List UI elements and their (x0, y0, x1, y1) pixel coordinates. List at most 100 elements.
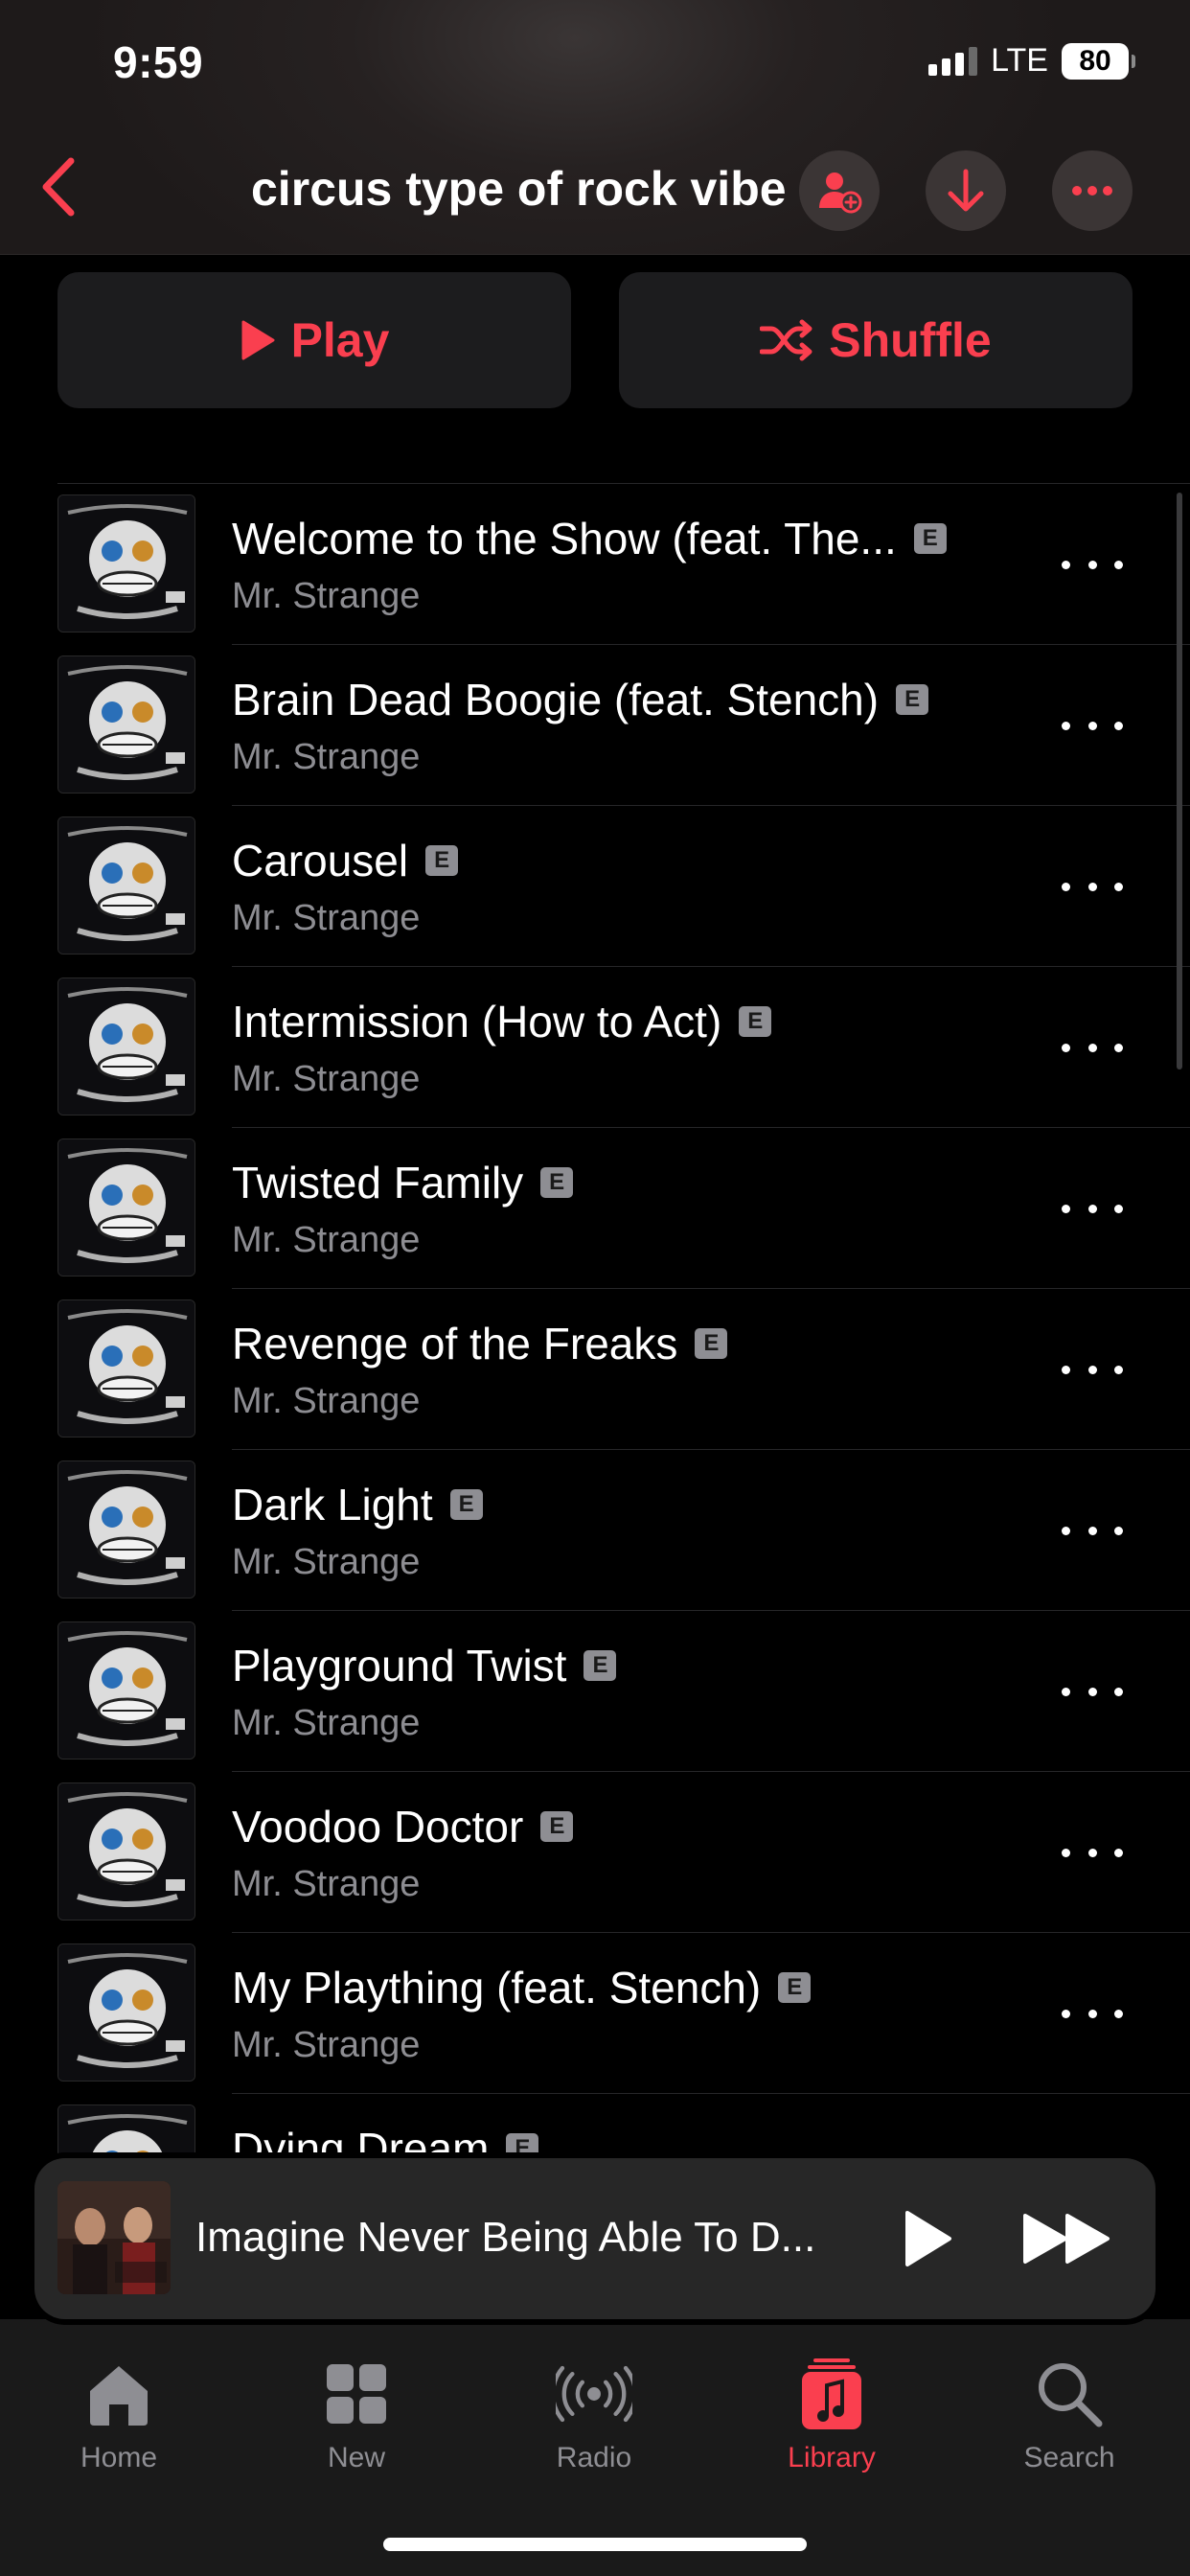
album-art (57, 1138, 195, 1276)
track-title: Dark Light (232, 1480, 433, 1530)
track-row[interactable]: Dying Dream E (57, 2094, 1190, 2156)
explicit-badge: E (540, 1167, 574, 1198)
track-more-button[interactable] (1062, 1021, 1123, 1074)
top-bar: 9:59 LTE 80 circus type of rock vibe (0, 0, 1190, 255)
play-icon (905, 2211, 951, 2266)
track-more-button[interactable] (1062, 1987, 1123, 2040)
back-button[interactable] (29, 153, 86, 220)
now-playing-bar[interactable]: Imagine Never Being Able To D... (34, 2158, 1156, 2319)
tab-label: Home (80, 2442, 158, 2473)
tab-label: Radio (556, 2442, 632, 2473)
tab-home[interactable]: Home (23, 2356, 215, 2474)
status-indicators: LTE 80 (928, 42, 1135, 80)
track-title: Voodoo Doctor (232, 1802, 524, 1852)
track-more-button[interactable] (1062, 699, 1123, 752)
download-button[interactable] (926, 150, 1006, 231)
playlist-title: circus type of rock vibe (251, 162, 787, 216)
track-artist: Mr. Strange (232, 1059, 421, 1099)
explicit-badge: E (896, 684, 929, 715)
chevron-left-icon (42, 157, 75, 217)
download-arrow-icon (948, 169, 984, 212)
track-artist: Mr. Strange (232, 1864, 421, 1904)
explicit-badge: E (695, 1328, 728, 1359)
tab-label: Search (1023, 2442, 1115, 2473)
play-icon (241, 320, 275, 360)
track-title: Dying Dream (232, 2124, 490, 2156)
track-more-button[interactable] (1062, 538, 1123, 591)
track-row[interactable]: Intermission (How to Act) E Mr. Strange (57, 967, 1190, 1128)
track-artist: Mr. Strange (232, 576, 421, 616)
track-more-button[interactable] (1062, 1182, 1123, 1235)
track-more-button[interactable] (1062, 1504, 1123, 1557)
now-playing-title: Imagine Never Being Able To D... (195, 2214, 816, 2261)
ellipsis-icon (1072, 186, 1112, 196)
track-row[interactable]: Dark Light E Mr. Strange (57, 1450, 1190, 1611)
album-art (57, 1622, 195, 1760)
album-art (57, 1300, 195, 1438)
person-add-icon (819, 172, 862, 214)
explicit-badge: E (540, 1811, 574, 1842)
track-row[interactable]: Welcome to the Show (feat. The... E Mr. … (57, 484, 1190, 645)
grid-icon (318, 2356, 395, 2432)
status-time: 9:59 (113, 37, 204, 87)
album-art (57, 1782, 195, 1920)
explicit-badge: E (739, 1006, 772, 1037)
tab-label: New (327, 2442, 385, 2473)
add-collaborator-button[interactable] (799, 150, 880, 231)
track-row[interactable]: Twisted Family E Mr. Strange (57, 1128, 1190, 1289)
scroll-indicator[interactable] (1177, 493, 1182, 1070)
track-more-button[interactable] (1062, 1826, 1123, 1879)
shuffle-label: Shuffle (829, 313, 992, 367)
track-title: Intermission (How to Act) (232, 997, 722, 1046)
track-artist: Mr. Strange (232, 2025, 421, 2065)
track-list: Welcome to the Show (feat. The... E Mr. … (57, 483, 1190, 2156)
battery-level: 80 (1079, 44, 1111, 77)
tab-radio[interactable]: Radio (498, 2356, 690, 2474)
album-art (57, 816, 195, 954)
track-row[interactable]: Carousel E Mr. Strange (57, 806, 1190, 967)
album-art (57, 494, 195, 632)
track-title: My Plaything (feat. Stench) (232, 1963, 762, 2012)
explicit-badge: E (449, 1489, 483, 1520)
library-icon (793, 2356, 870, 2432)
album-art (57, 1944, 195, 2082)
album-art (57, 2104, 195, 2156)
radio-icon (556, 2356, 632, 2432)
track-more-button[interactable] (1062, 1665, 1123, 1718)
battery-icon: 80 (1062, 42, 1135, 80)
album-art (57, 1460, 195, 1598)
album-art (57, 978, 195, 1116)
track-more-button[interactable] (1062, 860, 1123, 913)
track-more-button[interactable] (1062, 2148, 1123, 2156)
tab-search[interactable]: Search (973, 2356, 1165, 2474)
track-artist: Mr. Strange (232, 1381, 421, 1421)
tab-label: Library (788, 2442, 876, 2473)
track-artist: Mr. Strange (232, 1220, 421, 1260)
track-row[interactable]: My Plaything (feat. Stench) E Mr. Strang… (57, 1933, 1190, 2094)
track-row[interactable]: Playground Twist E Mr. Strange (57, 1611, 1190, 1772)
now-playing-artwork (57, 2181, 171, 2294)
fast-forward-icon (1023, 2214, 1110, 2264)
play-button[interactable]: Play (57, 272, 571, 408)
track-row[interactable]: Revenge of the Freaks E Mr. Strange (57, 1289, 1190, 1450)
track-title: Twisted Family (232, 1158, 524, 1208)
explicit-badge: E (425, 845, 459, 876)
tab-new[interactable]: New (261, 2356, 452, 2474)
fast-forward-button[interactable] (1018, 2202, 1117, 2275)
track-row[interactable]: Voodoo Doctor E Mr. Strange (57, 1772, 1190, 1933)
explicit-badge: E (584, 1650, 617, 1681)
track-more-button[interactable] (1062, 1343, 1123, 1396)
track-artist: Mr. Strange (232, 898, 421, 938)
track-title: Welcome to the Show (feat. The... (232, 514, 897, 564)
shuffle-button[interactable]: Shuffle (619, 272, 1133, 408)
shuffle-icon (760, 319, 812, 361)
track-artist: Mr. Strange (232, 1542, 421, 1582)
home-indicator[interactable] (383, 2538, 807, 2551)
network-type: LTE (991, 42, 1048, 79)
mini-play-button[interactable] (891, 2202, 964, 2275)
tab-library[interactable]: Library (736, 2356, 927, 2474)
explicit-badge: E (506, 2133, 539, 2156)
track-row[interactable]: Brain Dead Boogie (feat. Stench) E Mr. S… (57, 645, 1190, 806)
more-options-button[interactable] (1052, 150, 1133, 231)
search-icon (1031, 2356, 1108, 2432)
